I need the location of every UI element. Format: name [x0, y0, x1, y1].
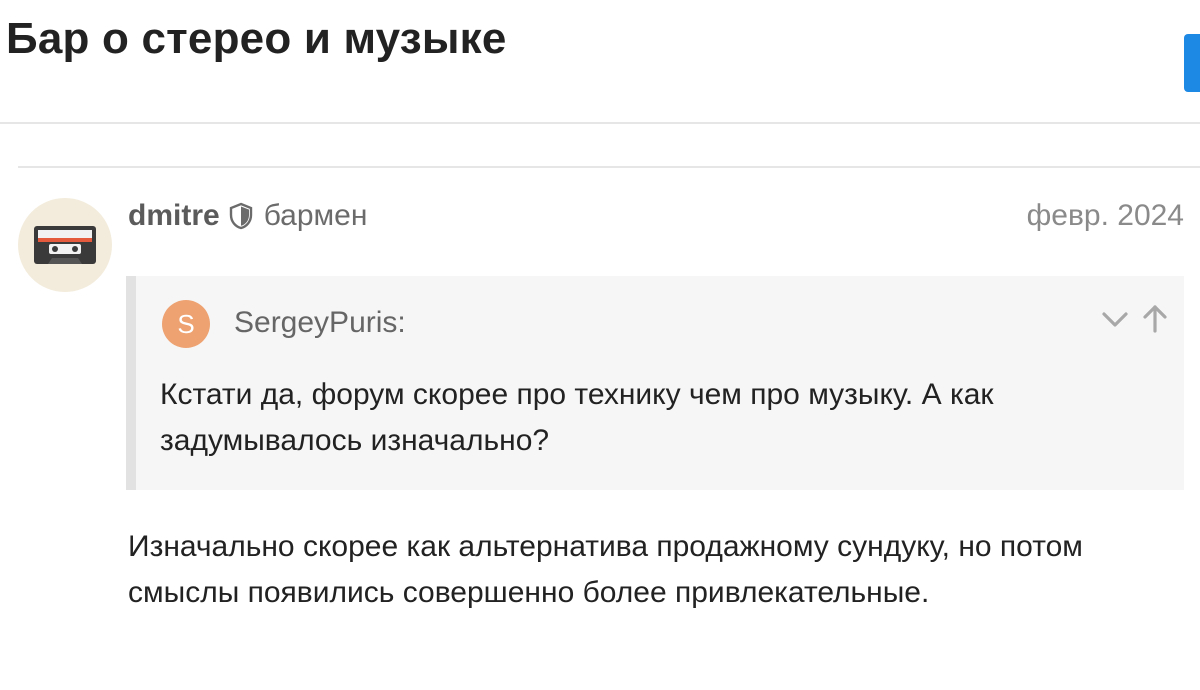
- quote-text: Кстати да, форум скорее про технику чем …: [160, 378, 994, 457]
- header-action-button[interactable]: [1184, 34, 1200, 92]
- arrow-up-icon[interactable]: [1138, 302, 1172, 336]
- username-link[interactable]: dmitre: [128, 199, 220, 233]
- quote-author-avatar[interactable]: S: [162, 300, 210, 348]
- user-title: бармен: [263, 199, 368, 232]
- post-divider: [18, 166, 1200, 168]
- shield-icon: [228, 202, 254, 230]
- cassette-tape-icon: [34, 226, 96, 264]
- post-body: Изначально скорее как альтернатива прода…: [128, 530, 1083, 609]
- avatar[interactable]: [18, 198, 112, 292]
- page-title: Бар о стерео и музыке: [6, 14, 507, 63]
- header-divider: [0, 122, 1200, 124]
- quote-block: S SergeyPuris: Кстати да, форум скорее п…: [126, 276, 1184, 490]
- post-date[interactable]: февр. 2024: [1027, 196, 1184, 236]
- post-meta: dmitre бармен: [128, 196, 367, 236]
- quote-controls: [1098, 302, 1172, 336]
- quote-author: SergeyPuris:: [234, 306, 406, 339]
- chevron-down-icon[interactable]: [1098, 302, 1132, 336]
